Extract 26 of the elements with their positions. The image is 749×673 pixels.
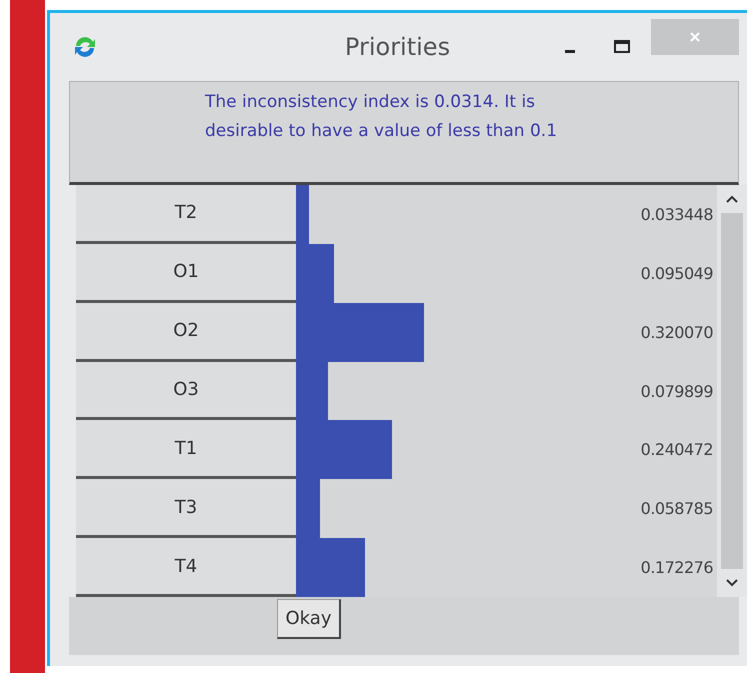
close-icon [688, 30, 702, 44]
priority-value: 0.240472 [640, 440, 713, 460]
refresh-icon [72, 34, 98, 60]
scroll-up-icon[interactable] [725, 193, 739, 205]
row-label: T3 [76, 479, 296, 538]
row-label: O1 [76, 244, 296, 303]
priority-value: 0.172276 [640, 558, 713, 578]
window-title: Priorities [344, 33, 452, 61]
minimize-icon [565, 50, 575, 52]
priority-value: 0.079899 [640, 382, 713, 400]
maximize-icon [613, 39, 631, 55]
scrollbar[interactable] [717, 185, 747, 597]
row-label: O2 [76, 302, 296, 362]
priority-value: 0.320070 [640, 322, 713, 342]
row-label: T1 [76, 420, 296, 480]
okay-button[interactable]: Okay [276, 599, 342, 639]
priority-value: 0.058785 [640, 499, 713, 518]
scroll-thumb[interactable] [721, 213, 743, 569]
row-label: T2 [76, 185, 296, 244]
row-label: O3 [76, 362, 296, 420]
priority-value: 0.033448 [640, 204, 713, 224]
priority-value: 0.095049 [640, 264, 713, 283]
row-label: T4 [76, 538, 296, 598]
close-button[interactable] [651, 19, 739, 55]
inconsistency-message: The inconsistency index is 0.0314. It is desirable to have a value of less than 0.1 [205, 91, 558, 143]
scroll-down-icon[interactable] [725, 577, 739, 589]
